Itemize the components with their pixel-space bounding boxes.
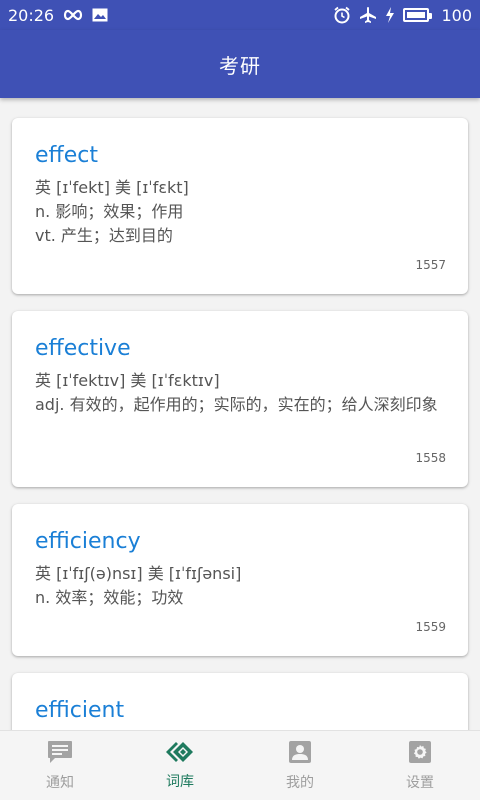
nav-label: 词库 (166, 773, 194, 790)
bottom-navigation: 通知 词库 我的 设置 (0, 730, 480, 800)
word-card[interactable]: effect 英 [ɪˈfekt] 美 [ɪˈfɛkt] n. 影响；效果；作用… (12, 118, 468, 294)
profile-icon (288, 740, 312, 768)
word-title: effect (35, 143, 98, 168)
word-list[interactable]: effect 英 [ɪˈfekt] 美 [ɪˈfɛkt] n. 影响；效果；作用… (0, 98, 480, 730)
nav-item-vocabulary[interactable]: 词库 (120, 731, 240, 800)
status-bar: 20:26 100 (0, 0, 480, 30)
alarm-icon (333, 6, 351, 24)
word-number: 1558 (415, 451, 446, 465)
nav-label: 我的 (286, 774, 314, 791)
word-number: 1559 (415, 620, 446, 634)
word-card[interactable]: efficiency 英 [ɪˈfɪʃ(ə)nsɪ] 美 [ɪˈfɪʃənsi]… (12, 504, 468, 656)
word-definition: n. 影响；效果；作用 (35, 202, 184, 221)
word-phonetic: 英 [ɪˈfɪʃ(ə)nsɪ] 美 [ɪˈfɪʃənsi] (35, 564, 242, 583)
nav-label: 设置 (406, 774, 434, 791)
word-title: effective (35, 336, 131, 361)
word-card[interactable]: efficient (12, 673, 468, 730)
word-definition: n. 效率；效能；功效 (35, 588, 184, 607)
status-time: 20:26 (8, 5, 55, 25)
word-number: 1557 (415, 258, 446, 272)
word-title: efficiency (35, 529, 141, 554)
nav-item-notifications[interactable]: 通知 (0, 731, 120, 800)
charging-icon (385, 7, 395, 23)
image-icon (92, 8, 108, 22)
settings-icon (408, 740, 432, 768)
word-phonetic: 英 [ɪˈfekt] 美 [ɪˈfɛkt] (35, 178, 189, 197)
page-title: 考研 (219, 53, 261, 78)
word-definition: adj. 有效的，起作用的；实际的，实在的；给人深刻印象 (35, 395, 438, 414)
message-icon (47, 740, 73, 768)
word-card[interactable]: effective 英 [ɪˈfektɪv] 美 [ɪˈfɛktɪv] adj.… (12, 311, 468, 487)
airplane-icon (359, 6, 377, 24)
nav-label: 通知 (46, 774, 74, 791)
word-definition: vt. 产生；达到目的 (35, 226, 173, 245)
app-bar: 考研 (0, 30, 480, 98)
infinity-icon (62, 8, 84, 22)
battery-percent: 100 (441, 5, 472, 25)
nav-item-settings[interactable]: 设置 (360, 731, 480, 800)
word-title: efficient (35, 698, 125, 723)
vocabulary-icon (165, 741, 195, 767)
nav-item-profile[interactable]: 我的 (240, 731, 360, 800)
word-phonetic: 英 [ɪˈfektɪv] 美 [ɪˈfɛktɪv] (35, 371, 220, 390)
battery-icon (403, 8, 433, 22)
